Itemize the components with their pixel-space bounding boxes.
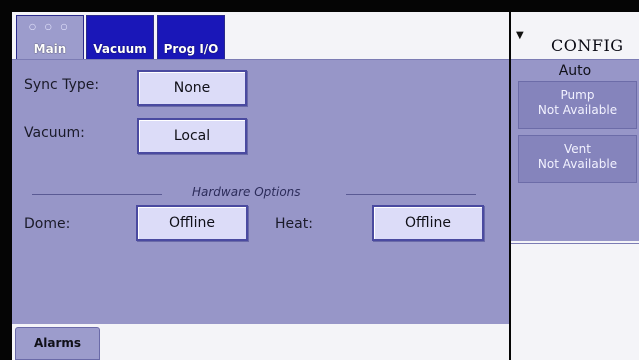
config-mode-label: Auto (558, 63, 592, 79)
chevron-down-icon[interactable]: ▼ (516, 30, 524, 41)
config-panel: ▼ CONFIG Auto Pump Not Available Vent No… (511, 12, 639, 360)
hardware-divider-left (32, 194, 162, 195)
main-screen: ○ ○ ○ Main Vacuum Prog I/O Sync Type: No… (12, 12, 509, 360)
heat-label: Heat: (275, 216, 313, 232)
config-title: CONFIG (551, 36, 624, 55)
pump-status: Not Available (537, 103, 618, 117)
dome-label: Dome: (24, 216, 71, 232)
sync-type-label: Sync Type: (24, 77, 100, 93)
vacuum-button[interactable]: Local (137, 118, 247, 154)
tab-vacuum-label: Vacuum (93, 42, 147, 56)
pump-button[interactable]: Pump Not Available (518, 81, 637, 129)
hardware-divider-right (346, 194, 476, 195)
pump-title: Pump (560, 88, 595, 102)
tab-prog-io[interactable]: Prog I/O (157, 15, 225, 59)
config-body: Auto Pump Not Available Vent Not Availab… (511, 59, 639, 241)
tab-indicator-dots: ○ ○ ○ (29, 22, 71, 31)
vent-status: Not Available (537, 157, 618, 171)
sync-type-button[interactable]: None (137, 70, 247, 106)
main-panel: Sync Type: None Vacuum: Local Hardware O… (12, 59, 509, 324)
dome-button[interactable]: Offline (136, 205, 248, 241)
tab-vacuum[interactable]: Vacuum (86, 15, 154, 59)
hardware-options-title: Hardware Options (192, 185, 301, 199)
heat-button[interactable]: Offline (372, 205, 484, 241)
tab-prog-io-label: Prog I/O (163, 42, 219, 56)
vacuum-label: Vacuum: (24, 125, 85, 141)
tab-main-label: Main (33, 42, 67, 56)
alarms-button[interactable]: Alarms (15, 327, 100, 360)
tab-main[interactable]: ○ ○ ○ Main (16, 15, 84, 59)
vent-title: Vent (564, 142, 591, 156)
vent-button[interactable]: Vent Not Available (518, 135, 637, 183)
config-divider (511, 243, 639, 244)
